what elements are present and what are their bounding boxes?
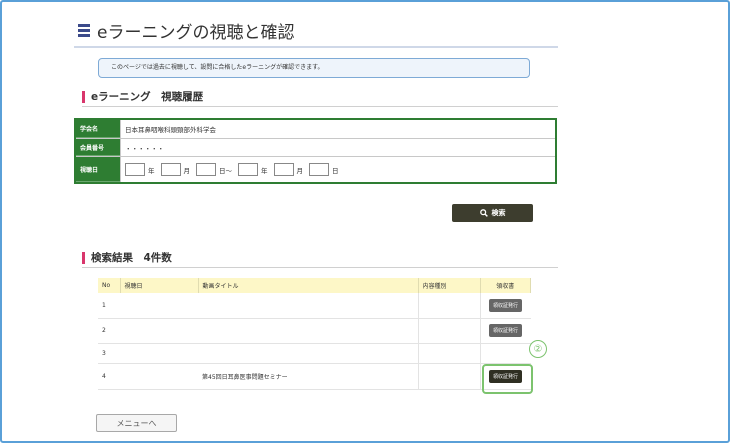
header-content-type: 内容種別: [418, 278, 481, 293]
menu-button[interactable]: メニューへ: [96, 414, 177, 432]
row-no: 3: [98, 343, 120, 364]
issue-certificate-button[interactable]: 領収証発行: [488, 298, 522, 312]
search-button-label: 検索: [491, 209, 506, 217]
section-title-history: eラーニング 視聴履歴: [82, 91, 203, 103]
to-year-input[interactable]: [238, 163, 258, 176]
day-unit: 日: [332, 166, 339, 175]
row-certificate: 領収証発行: [480, 293, 531, 319]
table-row: 2 領収証発行: [98, 318, 531, 344]
date-label: 視聴日: [76, 157, 120, 182]
from-day-input[interactable]: [196, 163, 216, 176]
results-table: No 視聴日 動画タイトル 内容種別 領収書 1 領収証発行 2 領収証発行 3: [98, 278, 531, 390]
row-content-type: [418, 363, 481, 390]
table-row: 4 第45回日耳鼻医事問題セミナー 領収証発行: [98, 363, 531, 390]
highlight-ring: [482, 364, 533, 394]
header-certificate: 領収書: [480, 278, 531, 293]
from-month-input[interactable]: [160, 163, 181, 176]
row-certificate: 領収証発行: [480, 318, 531, 344]
member-value: ・・・・・・: [120, 139, 555, 156]
row-video-title: [198, 343, 419, 364]
section-divider-results: [82, 267, 558, 268]
search-icon: [479, 209, 488, 217]
header-no: No: [98, 278, 121, 293]
callout-number: ②: [529, 340, 547, 358]
search-form: 学会名 日本耳鼻咽喉科頭頸部外科学会 会員番号 ・・・・・・ 視聴日 年 月 日…: [74, 118, 557, 184]
member-label: 会員番号: [76, 139, 120, 156]
form-row-society: 学会名 日本耳鼻咽喉科頭頸部外科学会: [76, 120, 555, 139]
row-date: [120, 318, 198, 344]
row-date: [120, 343, 198, 364]
issue-certificate-button[interactable]: 領収証発行: [488, 324, 522, 337]
header-date: 視聴日: [120, 278, 199, 293]
row-no: 2: [98, 318, 120, 344]
year-unit: 年: [148, 166, 155, 175]
date-range: 年 月 日～ 年 月 日: [120, 157, 555, 182]
row-video-title: [198, 293, 419, 319]
row-no: 4: [98, 363, 120, 390]
table-row: 3: [98, 343, 531, 364]
to-month-input[interactable]: [273, 163, 294, 176]
row-no: 1: [98, 293, 120, 319]
row-content-type: [418, 318, 481, 344]
from-year-input[interactable]: [125, 163, 145, 176]
form-row-date: 視聴日 年 月 日～ 年 月 日: [76, 157, 555, 182]
search-button[interactable]: 検索: [452, 204, 533, 222]
day-range-separator: 日～: [219, 166, 232, 175]
row-video-title: 第45回日耳鼻医事問題セミナー: [198, 363, 419, 390]
row-date: [120, 363, 198, 390]
month-unit: 月: [296, 166, 304, 175]
page-title-text: eラーニングの視聴と確認: [97, 23, 295, 43]
section-title-results: 検索結果 4件数: [82, 252, 172, 264]
year-unit: 年: [261, 166, 268, 175]
to-day-input[interactable]: [309, 163, 329, 176]
table-row: 1 領収証発行: [98, 293, 531, 319]
row-content-type: [418, 293, 481, 319]
society-label: 学会名: [76, 120, 120, 138]
title-divider: [74, 46, 558, 48]
row-content-type: [418, 343, 481, 364]
header-video-title: 動画タイトル: [198, 278, 419, 293]
page-title: eラーニングの視聴と確認: [78, 18, 294, 43]
row-video-title: [198, 318, 419, 344]
row-date: [120, 293, 198, 319]
notice-box: このページでは過去に視聴して、設問に合格したeラーニングが確認できます。: [98, 58, 530, 78]
row-certificate: [480, 343, 531, 364]
table-header-row: No 視聴日 動画タイトル 内容種別 領収書: [98, 278, 531, 293]
section-divider-history: [82, 106, 558, 107]
society-value: 日本耳鼻咽喉科頭頸部外科学会: [120, 120, 555, 138]
list-icon: [78, 23, 90, 37]
month-unit: 月: [183, 166, 191, 175]
form-row-member: 会員番号 ・・・・・・: [76, 139, 555, 157]
